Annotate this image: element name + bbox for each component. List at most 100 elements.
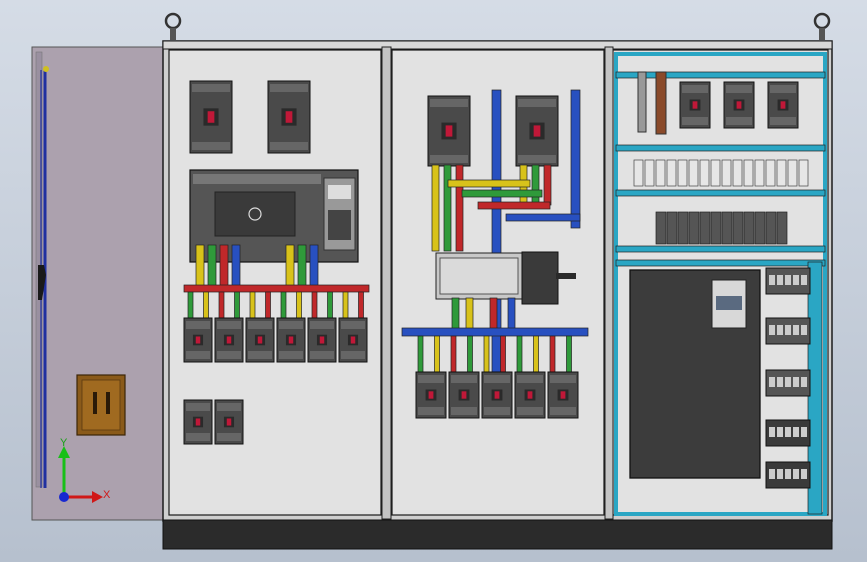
feeder-breaker-row1[interactable] xyxy=(214,317,244,363)
din-rail-horizontal xyxy=(615,71,826,79)
breaker-bottom-terminals xyxy=(186,351,210,359)
vertical-busbar-blue-2 xyxy=(570,89,581,229)
terminal-block xyxy=(710,159,721,187)
base-plinth xyxy=(162,519,833,550)
section-divider-1 xyxy=(381,46,392,520)
middle-drop-busbar xyxy=(516,335,523,373)
middle-drop-busbar xyxy=(417,335,424,373)
breaker-bottom-terminals xyxy=(270,142,308,150)
vertical-busbar-green-1 xyxy=(443,164,452,252)
riser-busbar xyxy=(358,291,364,319)
main-breaker-2[interactable] xyxy=(267,80,311,154)
cabinet-top-rail xyxy=(162,40,833,50)
terminal-block xyxy=(732,159,743,187)
breaker-top-terminals xyxy=(217,321,241,329)
breaker-handle xyxy=(285,111,293,123)
terminal-screw xyxy=(785,469,791,479)
breaker-bottom-terminals xyxy=(192,142,230,150)
breaker-top-terminals xyxy=(248,321,272,329)
feeder-breaker-row2[interactable] xyxy=(214,399,244,445)
breaker-top-terminals xyxy=(770,85,796,93)
relay-block xyxy=(765,211,777,245)
middle-drop-busbar xyxy=(549,335,556,373)
terminal-screw xyxy=(777,427,783,437)
breaker-bottom-terminals xyxy=(418,407,444,415)
feeder-breaker-row1[interactable] xyxy=(183,317,213,363)
terminal-screw xyxy=(785,427,791,437)
breaker-bottom-terminals xyxy=(518,155,556,163)
vertical-busbar-blue-1 xyxy=(491,89,502,391)
terminal-screw xyxy=(785,377,791,387)
feeder-breaker-row1[interactable] xyxy=(276,317,306,363)
riser-busbar xyxy=(249,291,256,319)
middle-riser xyxy=(507,297,516,331)
door-handle-box[interactable] xyxy=(76,374,126,436)
breaker-top-terminals xyxy=(518,99,556,107)
terminal-group xyxy=(765,461,811,489)
terminal-screw xyxy=(801,469,807,479)
relay-block xyxy=(688,211,700,245)
breaker-handle xyxy=(207,111,215,123)
terminal-block xyxy=(644,159,655,187)
breaker-bottom-terminals xyxy=(248,351,272,359)
riser-busbar xyxy=(342,291,349,319)
breaker-top-terminals xyxy=(310,321,334,329)
breaker-handle xyxy=(226,418,232,426)
terminal-screw xyxy=(769,427,775,437)
feeder-breaker-row1[interactable] xyxy=(307,317,337,363)
middle-feeder-breaker[interactable] xyxy=(448,371,480,419)
feeder-breaker-row1[interactable] xyxy=(245,317,275,363)
din-rail-horizontal xyxy=(615,189,826,197)
riser-busbar xyxy=(280,291,287,319)
relay-block xyxy=(754,211,766,245)
feeder-breaker-row1[interactable] xyxy=(338,317,368,363)
middle-riser xyxy=(465,297,474,331)
feeder-breaker-row2[interactable] xyxy=(183,399,213,445)
breaker-top-terminals xyxy=(430,99,468,107)
terminal-screw xyxy=(777,275,783,285)
motor-operator xyxy=(521,251,559,305)
main-breaker-1[interactable] xyxy=(189,80,233,154)
ground-bar-grey xyxy=(637,71,647,133)
breaker-handle xyxy=(692,101,698,109)
relay-block xyxy=(721,211,733,245)
breaker-handle xyxy=(560,391,566,399)
terminal-screw xyxy=(785,325,791,335)
breaker-bottom-terminals xyxy=(430,155,468,163)
middle-main-breaker-1[interactable] xyxy=(427,95,471,167)
breaker-handle xyxy=(195,418,201,426)
breaker-handle xyxy=(533,125,541,137)
middle-feeder-breaker[interactable] xyxy=(481,371,513,419)
middle-riser xyxy=(451,297,460,331)
relay-block xyxy=(710,211,722,245)
terminal-group xyxy=(765,267,811,295)
middle-feeder-breaker[interactable] xyxy=(514,371,546,419)
breaker-bottom-terminals xyxy=(341,351,365,359)
vertical-busbar-red-1 xyxy=(455,164,464,252)
right-small-breaker[interactable] xyxy=(723,81,755,129)
terminal-block xyxy=(666,159,677,187)
middle-feeder-breaker[interactable] xyxy=(415,371,447,419)
terminal-block xyxy=(754,159,765,187)
terminal-screw xyxy=(769,377,775,387)
middle-feeder-breaker[interactable] xyxy=(547,371,579,419)
right-small-breaker[interactable] xyxy=(767,81,799,129)
terminal-block xyxy=(765,159,776,187)
distribution-busbar-red xyxy=(183,284,370,293)
middle-main-breaker-2[interactable] xyxy=(515,95,559,167)
terminal-screw xyxy=(777,377,783,387)
controller-buttons xyxy=(328,210,351,240)
right-small-breaker[interactable] xyxy=(679,81,711,129)
breaker-bottom-terminals xyxy=(682,117,708,125)
open-door xyxy=(31,46,167,521)
middle-drop-busbar xyxy=(500,335,506,373)
feeder-busbar xyxy=(297,244,307,288)
terminal-screw xyxy=(793,469,799,479)
terminal-block xyxy=(677,159,688,187)
feeder-busbar xyxy=(195,244,205,288)
tie-busbar-blue xyxy=(505,213,581,222)
terminal-screw xyxy=(793,377,799,387)
relay-block xyxy=(732,211,744,245)
middle-drop-busbar xyxy=(533,335,539,373)
controller-display xyxy=(328,185,351,199)
